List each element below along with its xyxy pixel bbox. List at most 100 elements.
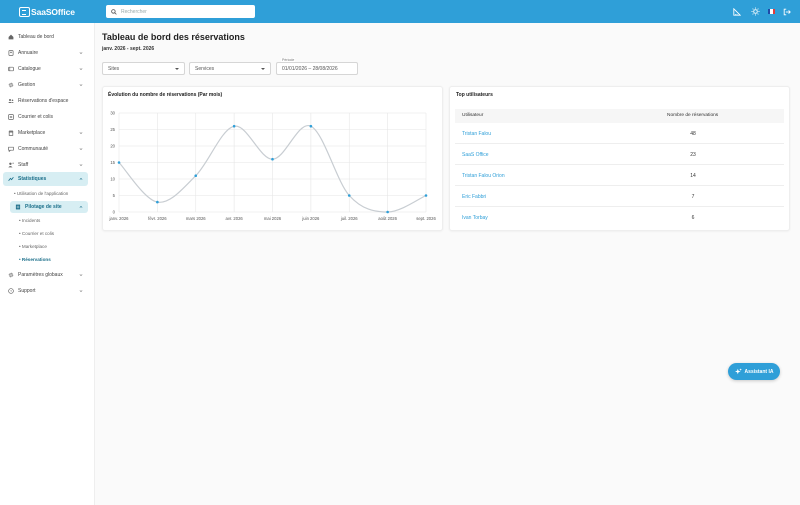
data-point	[271, 157, 274, 161]
sparkle-icon	[734, 368, 742, 375]
y-tick-label: 5	[113, 193, 116, 198]
data-point	[194, 174, 198, 177]
column-header-user: Utilisateur	[462, 113, 484, 118]
chevron-up-icon	[79, 205, 83, 208]
home-icon	[8, 34, 14, 40]
table-row: Tristan Falou 48	[455, 123, 784, 144]
sidebar-subitem-label: Courrier et colis	[21, 231, 55, 236]
x-tick-label: juil. 2026	[340, 216, 358, 221]
assistant-ia-button[interactable]: Assistant IA	[728, 363, 780, 380]
period-value: 01/01/2026 – 28/08/2026	[282, 65, 338, 72]
top-actions	[732, 0, 800, 23]
data-point	[386, 210, 389, 214]
user-link[interactable]: Eric Fabbri	[462, 194, 486, 200]
top-bar: SaaSOffice	[0, 0, 800, 23]
language-flag-icon[interactable]	[768, 9, 775, 14]
staff-icon	[8, 162, 14, 168]
y-tick-label: 20	[110, 144, 115, 149]
page-subtitle: janv. 2026 - sept. 2026	[102, 46, 155, 52]
sidebar-item-management[interactable]: Gestion	[3, 78, 88, 92]
catalog-icon	[8, 66, 14, 72]
y-tick-label: 25	[110, 127, 115, 132]
table-row: Eric Fabbri 7	[455, 186, 784, 207]
sites-select[interactable]: Sites	[102, 62, 185, 75]
x-tick-label: févr. 2026	[148, 216, 167, 221]
data-point	[232, 124, 236, 128]
sidebar-subitem-reservations[interactable]: • Réservations	[19, 257, 51, 262]
chevron-down-icon	[79, 274, 83, 277]
sidebar-subitem-label: Utilisation de l'application	[16, 191, 69, 196]
sidebar-subitem-mail[interactable]: • Courrier et colis	[19, 231, 54, 236]
sidebar-item-global-settings[interactable]: Paramètres globaux	[3, 268, 88, 282]
y-tick-label: 0	[113, 210, 116, 215]
chevron-up-icon	[79, 177, 83, 180]
search-bar[interactable]	[106, 5, 255, 18]
x-tick-label: mai 2026	[264, 216, 282, 221]
chart-title: Évolution du nombre de réservations (Par…	[108, 92, 223, 98]
chevron-down-icon	[79, 164, 83, 167]
x-tick-label: avr. 2026	[226, 216, 244, 221]
sidebar-item-site-pilot[interactable]: Pilotage de site	[10, 201, 88, 213]
x-tick-label: juin 2026	[301, 216, 320, 221]
page-title: Tableau de bord des réservations	[102, 32, 245, 42]
logout-icon[interactable]	[782, 7, 792, 17]
logo-icon	[19, 7, 30, 17]
dropdown-arrow-icon	[261, 68, 265, 70]
help-icon: ?	[8, 288, 14, 294]
x-tick-label: mars 2026	[186, 216, 206, 221]
sidebar-item-label: Réservations d'espace	[18, 98, 69, 104]
sites-select-value: Sites	[108, 65, 120, 72]
y-tick-label: 15	[110, 160, 115, 165]
services-select-value: Services	[195, 65, 215, 72]
sidebar-item-label: Communauté	[18, 146, 49, 152]
svg-text:?: ?	[10, 289, 12, 293]
sidebar-item-label: Gestion	[18, 82, 36, 88]
chat-icon	[8, 146, 14, 152]
sidebar-subitem-label: Marketplace	[21, 244, 47, 249]
sidebar-item-statistics[interactable]: Statistiques	[3, 172, 88, 186]
sidebar-item-label: Paramètres globaux	[18, 272, 63, 278]
sidebar-item-staff[interactable]: Staff	[3, 158, 88, 172]
sidebar-item-label: Marketplace	[18, 130, 46, 136]
sidebar-item-label: Catalogue	[18, 66, 41, 72]
user-link[interactable]: SaaS Office	[462, 152, 489, 158]
ruler-icon[interactable]	[732, 7, 742, 17]
sidebar: Tableau de bord Annuaire Catalogue Gesti…	[0, 23, 95, 505]
building-icon	[15, 204, 21, 210]
theme-toggle-icon[interactable]	[750, 7, 760, 17]
store-icon	[8, 130, 14, 136]
sidebar-subitem-marketplace[interactable]: • Marketplace	[19, 244, 47, 249]
sidebar-subitem-app-usage[interactable]: • Utilisation de l'application	[14, 191, 68, 196]
user-link[interactable]: Tristan Falou Orion	[462, 173, 505, 179]
table-row: Tristan Falou Orion 14	[455, 165, 784, 186]
sidebar-item-community[interactable]: Communauté	[3, 142, 88, 156]
brand-logo[interactable]: SaaSOffice	[19, 6, 75, 18]
sidebar-subitem-label: Réservations	[21, 257, 51, 262]
sidebar-item-mail[interactable]: Courrier et colis	[3, 110, 88, 124]
sidebar-item-support[interactable]: ? Support	[3, 284, 88, 298]
sidebar-subitem-incidents[interactable]: • Incidents	[19, 218, 40, 223]
user-link[interactable]: Tristan Falou	[462, 131, 491, 137]
reservation-count: 48	[690, 131, 696, 137]
data-point	[347, 194, 351, 197]
search-input[interactable]	[121, 8, 241, 15]
x-tick-label: août 2026	[378, 216, 397, 221]
sidebar-item-catalog[interactable]: Catalogue	[3, 62, 88, 76]
table-row: Ivan Torbay 6	[455, 207, 784, 228]
top-users-table-header: Utilisateur Nombre de réservations	[455, 109, 784, 123]
period-picker[interactable]: 01/01/2026 – 28/08/2026	[276, 62, 358, 75]
sidebar-subitem-label: Incidents	[21, 218, 41, 223]
settings-gear-icon	[8, 82, 14, 88]
sidebar-item-label: Annuaire	[18, 50, 39, 56]
gear-icon	[8, 272, 14, 278]
reservation-count: 6	[691, 215, 695, 221]
sidebar-item-label: Statistiques	[18, 176, 47, 182]
people-icon	[8, 98, 14, 104]
sidebar-item-space-reservations[interactable]: Réservations d'espace	[3, 94, 88, 108]
sidebar-item-dashboard[interactable]: Tableau de bord	[3, 30, 88, 44]
user-link[interactable]: Ivan Torbay	[462, 215, 488, 221]
sidebar-item-marketplace[interactable]: Marketplace	[3, 126, 88, 140]
sidebar-item-directory[interactable]: Annuaire	[3, 46, 88, 60]
services-select[interactable]: Services	[189, 62, 271, 75]
reservations-line-chart: 0 5 10 15 20 25 30 janv. 2026 févr. 2026 mars 202…	[108, 111, 436, 222]
